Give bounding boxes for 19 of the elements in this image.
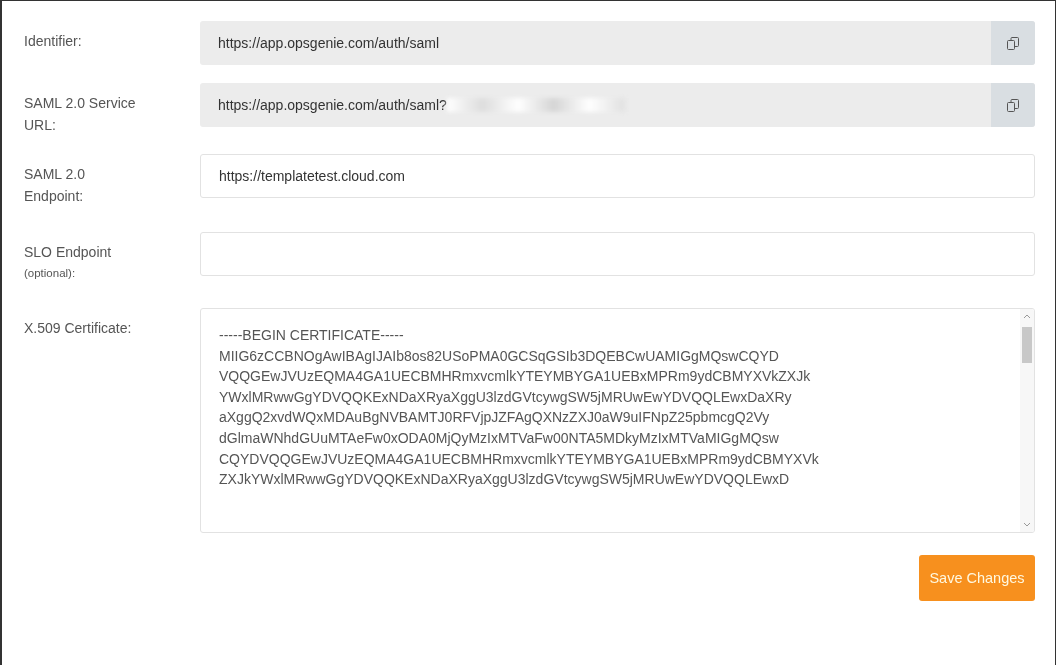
scrollbar-thumb[interactable] xyxy=(1022,327,1032,363)
copy-icon xyxy=(1007,36,1019,50)
scroll-up-icon xyxy=(1023,314,1031,319)
copy-button[interactable] xyxy=(991,21,1035,65)
field-label: Identifier: xyxy=(24,32,83,51)
field-label: X.509 Certificate: xyxy=(24,319,133,338)
readonly-field[interactable]: https://app.opsgenie.com/auth/saml? xyxy=(200,83,1035,127)
certificate-textarea[interactable]: -----BEGIN CERTIFICATE----- MIIG6zCCBNOgAwIBAgIJAIb8os82USoPMA0GCSqGSIb3DQEBCwUAMIGgMQswCQYD VQQGEwJVUzEQMA4GA1UECBMHRmxvcmlkYTEYMBYGA1UEBxMPRm9ydCBMYXVkZXJk YWxlMRwwGgYDVQQKExNDaXRyaXggU3lzdGVtcywgSW5jMRUwEwYDVQQLEwxDaXRy aXggQ2xvdWQxMDAuBgNVBAMTJ0RFVjpJZFAgQXNzZXJ0aW9uIFNpZ25pbmcgQ2Vy dGlmaWNhdGUuMTAeFw0xODA0MjQyMzIxMTVaFw00NTA5MDkyMzIxMTVaMIGgMQsw CQYDVQQGEwJVUzEQMA4GA1UECBMHRmxvcmlkYTEYMBYGA1UEBxMPRm9ydCBMYXVk ZXJkYWxlMRwwGgYDVQQKExNDaXRyaXggU3lzdGVtcywgSW5jMRUwEwYDVQQLEwxD xyxy=(200,308,1035,533)
field-label: SAML 2.0 Service URL: xyxy=(24,94,137,135)
readonly-field[interactable]: https://app.opsgenie.com/auth/saml xyxy=(200,21,1035,65)
scroll-down-icon xyxy=(1023,522,1031,527)
scrollbar[interactable] xyxy=(1020,309,1034,532)
field-label: SAML 2.0 Endpoint: xyxy=(24,165,86,206)
input-field[interactable] xyxy=(200,232,1035,276)
field-label: SLO Endpoint xyxy=(24,243,113,262)
input-field[interactable]: https://templatetest.cloud.com xyxy=(200,154,1035,198)
optional-note: (optional): xyxy=(24,266,77,281)
copy-icon xyxy=(1007,98,1019,112)
copy-button[interactable] xyxy=(991,83,1035,127)
